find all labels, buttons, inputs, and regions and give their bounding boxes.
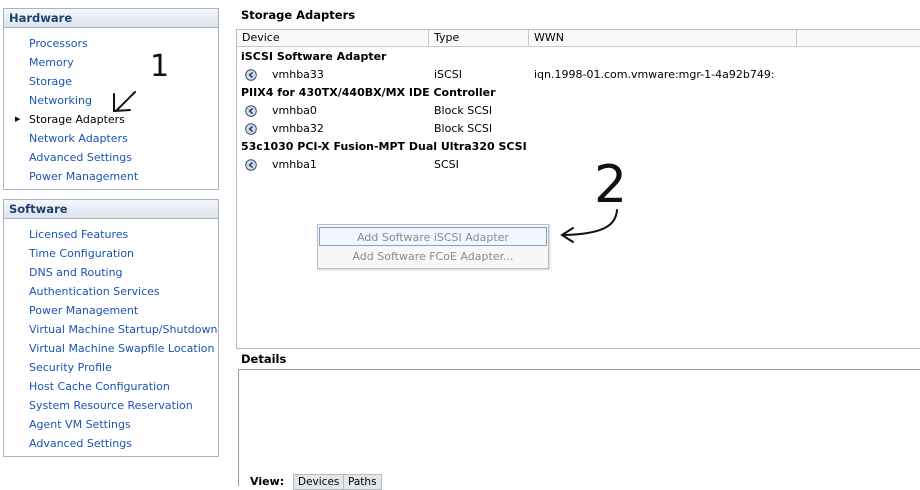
adapter-type: iSCSI (434, 68, 462, 81)
storage-adapters-grid[interactable]: Device Type WWN iSCSI Software Adapter v… (236, 29, 920, 349)
add-software-fcoe-adapter-item[interactable]: Add Software FCoE Adapter... (319, 247, 547, 266)
hardware-item-memory[interactable]: Memory (4, 53, 218, 72)
storage-adapter-icon (245, 159, 257, 171)
nav-item-label: Advanced Settings (29, 437, 132, 450)
software-item-authentication-services[interactable]: Authentication Services (4, 282, 218, 301)
hardware-item-advanced-settings[interactable]: Advanced Settings (4, 148, 218, 167)
nav-item-label: Security Profile (29, 361, 112, 374)
nav-item-label: Virtual Machine Swapfile Location (29, 342, 215, 355)
software-header: Software (4, 200, 218, 219)
software-item-vm-startup-shutdown[interactable]: Virtual Machine Startup/Shutdown (4, 320, 218, 339)
nav-item-label: Networking (29, 94, 92, 107)
nav-item-label: Memory (29, 56, 74, 69)
nav-item-label: System Resource Reservation (29, 399, 193, 412)
hardware-panel: Hardware Processors Memory Storage Netwo… (3, 8, 219, 190)
software-item-power-management[interactable]: Power Management (4, 301, 218, 320)
view-label: View: (250, 475, 285, 488)
adapter-type: Block SCSI (434, 104, 493, 117)
hardware-list: Processors Memory Storage Networking ▶ St… (4, 28, 218, 190)
software-item-advanced-settings[interactable]: Advanced Settings (4, 434, 218, 453)
selected-arrow-icon: ▶ (15, 115, 21, 123)
add-software-iscsi-adapter-item[interactable]: Add Software iSCSI Adapter (319, 227, 547, 246)
hardware-item-storage[interactable]: Storage (4, 72, 218, 91)
adapter-device: vmhba0 (272, 104, 317, 117)
hardware-item-power-management[interactable]: Power Management (4, 167, 218, 186)
software-list: Licensed Features Time Configuration DNS… (4, 219, 218, 457)
storage-adapter-icon (245, 123, 257, 135)
storage-adapter-icon (245, 69, 257, 81)
column-header-device[interactable]: Device (237, 30, 429, 46)
adapter-row[interactable]: vmhba1 SCSI (237, 156, 920, 174)
nav-item-label: Time Configuration (29, 247, 135, 260)
details-panel (238, 369, 920, 486)
view-devices-button[interactable]: Devices (293, 474, 345, 490)
nav-item-label: Power Management (29, 170, 139, 183)
adapter-row[interactable]: vmhba0 Block SCSI (237, 102, 920, 120)
hardware-item-network-adapters[interactable]: Network Adapters (4, 129, 218, 148)
adapter-group-header[interactable]: PIIX4 for 430TX/440BX/MX IDE Controller (241, 84, 496, 102)
storage-adapters-title: Storage Adapters (241, 8, 356, 22)
grid-header: Device Type WWN (237, 30, 920, 47)
hardware-header: Hardware (4, 9, 218, 28)
software-item-time-configuration[interactable]: Time Configuration (4, 244, 218, 263)
adapter-group-header[interactable]: iSCSI Software Adapter (241, 48, 386, 66)
column-header-type[interactable]: Type (429, 30, 529, 46)
software-item-vm-swapfile-location[interactable]: Virtual Machine Swapfile Location (4, 339, 218, 358)
context-menu: Add Software iSCSI Adapter Add Software … (317, 224, 549, 269)
software-item-dns-routing[interactable]: DNS and Routing (4, 263, 218, 282)
adapter-row[interactable]: vmhba33 iSCSI iqn.1998-01.com.vmware:mgr… (237, 66, 920, 84)
software-item-system-resource-reservation[interactable]: System Resource Reservation (4, 396, 218, 415)
software-item-host-cache-configuration[interactable]: Host Cache Configuration (4, 377, 218, 396)
software-item-agent-vm-settings[interactable]: Agent VM Settings (4, 415, 218, 434)
nav-item-label: Host Cache Configuration (29, 380, 170, 393)
details-title: Details (241, 352, 287, 366)
nav-item-label: Processors (29, 37, 88, 50)
view-paths-button[interactable]: Paths (343, 474, 382, 490)
nav-item-label: DNS and Routing (29, 266, 123, 279)
nav-item-label: Licensed Features (29, 228, 129, 241)
adapter-wwn: iqn.1998-01.com.vmware:mgr-1-4a92b749: (534, 68, 775, 81)
adapter-row[interactable]: vmhba32 Block SCSI (237, 120, 920, 138)
software-item-security-profile[interactable]: Security Profile (4, 358, 218, 377)
nav-item-label: Authentication Services (29, 285, 160, 298)
adapter-device: vmhba32 (272, 122, 324, 135)
column-header-wwn[interactable]: WWN (529, 30, 797, 46)
nav-item-label: Storage (29, 75, 73, 88)
nav-item-label: Virtual Machine Startup/Shutdown (29, 323, 218, 336)
hardware-item-storage-adapters[interactable]: ▶ Storage Adapters (4, 110, 218, 129)
hardware-item-networking[interactable]: Networking (4, 91, 218, 110)
nav-item-label: Network Adapters (29, 132, 128, 145)
adapter-group-header[interactable]: 53c1030 PCI-X Fusion-MPT Dual Ultra320 S… (241, 138, 527, 156)
adapter-device: vmhba33 (272, 68, 324, 81)
software-panel: Software Licensed Features Time Configur… (3, 199, 219, 457)
software-item-licensed-features[interactable]: Licensed Features (4, 225, 218, 244)
nav-item-label: Power Management (29, 304, 139, 317)
nav-item-label: Agent VM Settings (29, 418, 131, 431)
adapter-type: Block SCSI (434, 122, 493, 135)
nav-item-label: Advanced Settings (29, 151, 132, 164)
hardware-item-processors[interactable]: Processors (4, 34, 218, 53)
adapter-type: SCSI (434, 158, 459, 171)
storage-adapter-icon (245, 105, 257, 117)
nav-item-label: Storage Adapters (29, 113, 125, 126)
adapter-device: vmhba1 (272, 158, 317, 171)
